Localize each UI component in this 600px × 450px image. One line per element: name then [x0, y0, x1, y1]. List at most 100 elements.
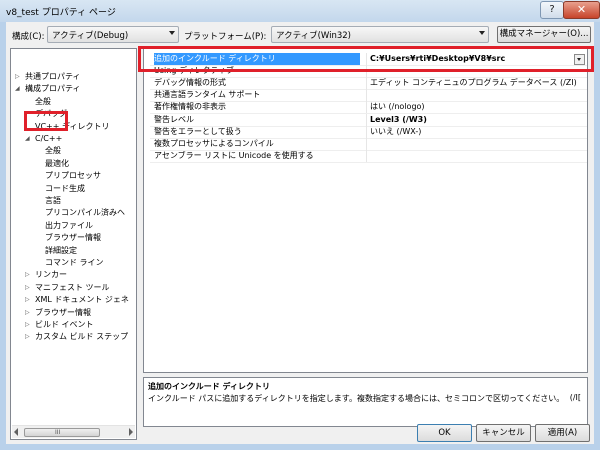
description-text: インクルード パスに追加するディレクトリを指定します。複数指定する場合には、セミ…	[148, 394, 565, 403]
collapse-arrow-icon[interactable]: ◢	[15, 83, 20, 95]
platform-value: アクティブ(Win32)	[276, 31, 351, 41]
expand-arrow-icon[interactable]: ▷	[25, 319, 30, 331]
property-value	[366, 149, 587, 162]
expand-arrow-icon[interactable]: ▷	[25, 282, 30, 294]
tree-item[interactable]: 言語	[11, 195, 136, 207]
platform-label: プラットフォーム(P):	[184, 32, 267, 42]
help-button[interactable]: ?	[540, 1, 564, 19]
tree-item-label: コード生成	[45, 183, 85, 193]
tree-item-label: リンカー	[35, 270, 67, 280]
property-row[interactable]: アセンブラー リストに Unicode を使用する	[150, 149, 587, 163]
tree-item[interactable]: コマンド ライン	[11, 257, 136, 269]
tree-item-label: プリコンパイル済みヘ	[45, 208, 125, 218]
chevron-down-icon	[169, 31, 175, 35]
annotation-highlight-cpp	[24, 111, 68, 131]
tree-item-label: C/C++	[35, 134, 63, 143]
tree-item-label: コマンド ライン	[45, 258, 104, 267]
property-row[interactable]: 警告レベル Level3 (/W3)	[150, 113, 587, 127]
scroll-left-icon[interactable]	[14, 428, 18, 436]
description-panel: 追加のインクルード ディレクトリ インクルード パスに追加するディレクトリを指定…	[143, 377, 588, 427]
property-name: 複数プロセッサによるコンパイル	[154, 138, 274, 148]
tree-item[interactable]: 詳細設定	[11, 245, 136, 257]
expand-arrow-icon[interactable]: ▷	[25, 331, 30, 343]
property-row[interactable]: 複数プロセッサによるコンパイル	[150, 137, 587, 151]
chevron-down-icon	[479, 31, 485, 35]
property-row[interactable]: デバッグ情報の形式 エディット コンティニュのプログラム データベース (/ZI)	[150, 77, 587, 91]
tree-item-label: カスタム ビルド ステップ	[35, 332, 129, 342]
tree-item-label: 詳細設定	[45, 245, 77, 255]
tree-item-label: 最適化	[45, 158, 69, 168]
configuration-value: アクティブ(Debug)	[52, 31, 129, 41]
property-value: いいえ (/WX-)	[366, 125, 587, 138]
property-pages-window: v8_test プロパティ ページ ? ✕ 構成(C): アクティブ(Debug…	[0, 0, 600, 450]
tree-item[interactable]: 全般	[11, 145, 136, 157]
tree-item-label: ビルド イベント	[35, 320, 94, 329]
property-name: 警告レベル	[154, 114, 194, 124]
tree-item[interactable]: 出力ファイル	[11, 220, 136, 232]
tree-item[interactable]: 全般	[11, 96, 136, 108]
property-value	[366, 137, 587, 150]
tree-item-label: プリプロセッサ	[45, 171, 101, 181]
configuration-dropdown[interactable]: アクティブ(Debug)	[47, 26, 179, 43]
scroll-thumb[interactable]: III	[24, 428, 100, 437]
expand-arrow-icon[interactable]: ▷	[25, 294, 30, 306]
apply-button[interactable]: 適用(A)	[535, 424, 590, 442]
tree-item-label: ブラウザー情報	[45, 233, 101, 243]
scroll-grip: III	[55, 429, 61, 436]
configuration-label: 構成(C):	[12, 32, 45, 42]
collapse-arrow-icon[interactable]: ◢	[25, 133, 30, 145]
property-value: はい (/nologo)	[366, 101, 587, 114]
tree-item-label: ブラウザー情報	[35, 307, 91, 317]
tree-item[interactable]: ▷ カスタム ビルド ステップ	[11, 331, 136, 343]
property-value	[366, 89, 587, 102]
configuration-manager-button[interactable]: 構成マネージャー(O)...	[497, 26, 591, 43]
tree-item[interactable]: ▷ ビルド イベント	[11, 319, 136, 331]
tree-item-label: マニフェスト ツール	[35, 282, 110, 292]
tree-item-label: 出力ファイル	[45, 220, 93, 230]
tree-item[interactable]: ブラウザー情報	[11, 232, 136, 244]
tree-item-label: 全般	[35, 96, 51, 106]
property-name: 著作権情報の非表示	[154, 102, 226, 112]
expand-arrow-icon[interactable]: ▷	[25, 307, 30, 319]
tree-item[interactable]: ▷ 共通プロパティ	[11, 71, 136, 83]
configuration-bar: 構成(C): アクティブ(Debug) プラットフォーム(P): アクティブ(W…	[6, 22, 594, 48]
property-grid[interactable]: 追加のインクルード ディレクトリ C:¥Users¥rti¥Desktop¥V8¥…	[143, 48, 588, 373]
cancel-button[interactable]: キャンセル	[476, 424, 531, 442]
close-button[interactable]: ✕	[563, 1, 600, 19]
platform-dropdown[interactable]: アクティブ(Win32)	[271, 26, 489, 43]
tree-item-label: 言語	[45, 196, 61, 205]
tree-item[interactable]: ◢ C/C++	[11, 133, 136, 145]
description-title: 追加のインクルード ディレクトリ	[148, 382, 270, 391]
property-row[interactable]: 共通言語ランタイム サポート	[150, 89, 587, 103]
window-title: v8_test プロパティ ページ	[6, 8, 116, 18]
property-value: エディット コンティニュのプログラム データベース (/ZI)	[366, 77, 587, 90]
tree-item[interactable]: プリコンパイル済みヘ	[11, 207, 136, 219]
tree-item[interactable]: ▷ リンカー	[11, 269, 136, 281]
property-name: 共通言語ランタイム サポート	[154, 90, 261, 100]
property-name: 警告をエラーとして扱う	[154, 126, 242, 136]
tree-item[interactable]: ▷ マニフェスト ツール	[11, 282, 136, 294]
expand-arrow-icon[interactable]: ▷	[25, 269, 30, 281]
tree-item[interactable]: ▷ ブラウザー情報	[11, 307, 136, 319]
tree-item[interactable]: コード生成	[11, 183, 136, 195]
property-row[interactable]: 著作権情報の非表示 はい (/nologo)	[150, 101, 587, 115]
property-name: デバッグ情報の形式	[154, 78, 226, 88]
annotation-highlight-include-dir	[138, 46, 594, 72]
tree-item[interactable]: ▷ XML ドキュメント ジェネ	[11, 294, 136, 306]
ok-button[interactable]: OK	[417, 424, 472, 442]
tree-item-label: XML ドキュメント ジェネ	[35, 295, 129, 305]
property-row[interactable]: 警告をエラーとして扱う いいえ (/WX-)	[150, 125, 587, 139]
tree-item[interactable]: 最適化	[11, 158, 136, 170]
title-bar[interactable]: v8_test プロパティ ページ ? ✕	[0, 0, 600, 22]
tree-item[interactable]: ◢ 構成プロパティ	[11, 83, 136, 95]
tree-item-label: 共通プロパティ	[25, 72, 81, 81]
property-value: Level3 (/W3)	[366, 113, 587, 126]
description-trailing: (/I[	[569, 393, 581, 402]
property-name: アセンブラー リストに Unicode を使用する	[154, 150, 314, 160]
tree-item[interactable]: プリプロセッサ	[11, 170, 136, 182]
expand-arrow-icon[interactable]: ▷	[15, 71, 20, 83]
scroll-right-icon[interactable]	[129, 428, 133, 436]
tree-item-label: 全般	[45, 146, 61, 156]
tree-horizontal-scrollbar[interactable]: III	[12, 425, 135, 438]
property-tree[interactable]: ▷ 共通プロパティ ◢ 構成プロパティ 全般 デバッグ VC++ ディレクトリ ◢ C/C++ 全…	[10, 48, 137, 440]
